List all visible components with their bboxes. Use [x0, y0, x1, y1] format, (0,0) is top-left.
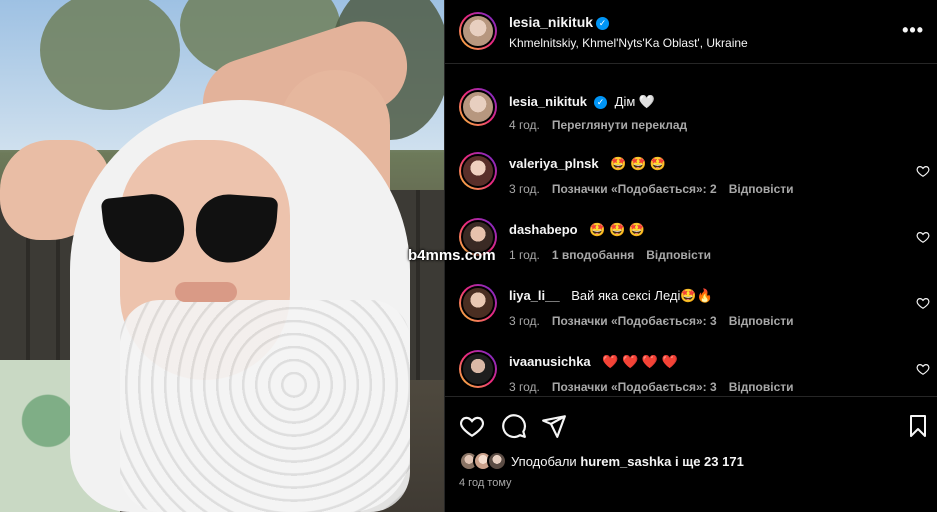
caption-username[interactable]: lesia_nikituk — [509, 94, 587, 109]
comment-item: dashabepo 🤩 🤩 🤩 1 год. 1 вподобання Відпов… — [445, 216, 937, 266]
share-paper-plane-icon[interactable] — [541, 413, 567, 439]
photo-sunglasses — [100, 191, 279, 270]
comment-text: ❤️ ❤️ ❤️ ❤️ — [602, 354, 678, 369]
comment-item: valeriya_plnsk 🤩 🤩 🤩 3 год. Позначки «Под… — [445, 150, 937, 200]
comment-time[interactable]: 3 год. — [509, 314, 540, 328]
photo-lace-pattern — [120, 300, 410, 512]
post-side-panel: lesia_nikituk ✓ Khmelnitskiy, Khmel'Nyts'… — [444, 0, 937, 512]
caption-text-row: lesia_nikituk ✓ Дім 🤍 — [509, 94, 655, 110]
comment-text-row: liya_li__ Вай яка сексі Леді🤩🔥 — [509, 288, 713, 304]
comment-time[interactable]: 3 год. — [509, 380, 540, 394]
watermark: b4mms.com — [408, 247, 496, 264]
comment-time[interactable]: 3 год. — [509, 182, 540, 196]
comment-item: liya_li__ Вай яка сексі Леді🤩🔥 3 год. Поз… — [445, 282, 937, 332]
liked-by-text[interactable]: Уподобали hurem_sashka і ще 23 171 — [511, 454, 744, 469]
post-timestamp[interactable]: 4 год тому — [459, 477, 512, 489]
comment-username[interactable]: ivaanusichka — [509, 354, 591, 369]
comment-likes-count[interactable]: Позначки «Подобається»: 2 — [552, 182, 717, 196]
comment-item: ivaanusichka ❤️ ❤️ ❤️ ❤️ 3 год. Позначки … — [445, 348, 937, 398]
reply-button[interactable]: Відповісти — [729, 182, 794, 196]
author-username-row[interactable]: lesia_nikituk ✓ — [509, 14, 610, 30]
verified-badge-icon: ✓ — [596, 17, 610, 30]
more-options-icon[interactable]: ••• — [902, 20, 924, 41]
see-translation-button[interactable]: Переглянути переклад — [552, 118, 687, 132]
comment-likes-count[interactable]: 1 вподобання — [552, 248, 634, 262]
commenter-avatar[interactable] — [459, 152, 497, 190]
comment-likes-count[interactable]: Позначки «Подобається»: 3 — [552, 380, 717, 394]
photo-lips — [175, 282, 237, 302]
caption-text: Дім 🤍 — [614, 94, 656, 109]
liked-by-count[interactable]: і ще 23 171 — [675, 454, 744, 469]
comment-likes-count[interactable]: Позначки «Подобається»: 3 — [552, 314, 717, 328]
author-avatar[interactable] — [459, 12, 497, 50]
comment-time[interactable]: 1 год. — [509, 248, 540, 262]
like-comment-heart-icon[interactable] — [916, 362, 930, 376]
liked-by-prefix: Уподобали — [511, 454, 577, 469]
comment-username[interactable]: liya_li__ — [509, 288, 560, 303]
post-actions-section: Уподобали hurem_sashka і ще 23 171 4 год… — [445, 396, 937, 512]
reply-button[interactable]: Відповісти — [729, 314, 794, 328]
comment-text: 🤩 🤩 🤩 — [589, 222, 646, 237]
reply-button[interactable]: Відповісти — [729, 380, 794, 394]
comment-bubble-icon[interactable] — [501, 413, 527, 439]
caption-time[interactable]: 4 год. — [509, 118, 540, 132]
post-location[interactable]: Khmelnitskiy, Khmel'Nyts'Ka Oblast', Ukr… — [509, 36, 748, 50]
comment-meta: 3 год. Позначки «Подобається»: 3 Відповіст… — [509, 380, 806, 394]
post-header: lesia_nikituk ✓ Khmelnitskiy, Khmel'Nyts'… — [445, 0, 937, 64]
caption-meta: 4 год. Переглянути переклад — [509, 118, 699, 132]
post-caption: lesia_nikituk ✓ Дім 🤍 4 год. Переглянути п… — [445, 84, 937, 134]
comment-meta: 3 год. Позначки «Подобається»: 2 Відповіст… — [509, 182, 806, 196]
reply-button[interactable]: Відповісти — [646, 248, 711, 262]
save-bookmark-icon[interactable] — [906, 413, 930, 439]
comment-text: 🤩 🤩 🤩 — [610, 156, 667, 171]
comment-meta: 1 год. 1 вподобання Відповісти — [509, 248, 723, 262]
comment-text-row: dashabepo 🤩 🤩 🤩 — [509, 222, 645, 238]
comment-username[interactable]: dashabepo — [509, 222, 578, 237]
post-photo[interactable] — [0, 0, 444, 512]
verified-badge-icon: ✓ — [594, 96, 608, 109]
comment-meta: 3 год. Позначки «Подобається»: 3 Відповіст… — [509, 314, 806, 328]
like-comment-heart-icon[interactable] — [916, 230, 930, 244]
comment-username[interactable]: valeriya_plnsk — [509, 156, 599, 171]
author-username[interactable]: lesia_nikituk — [509, 14, 593, 30]
comment-text-row: ivaanusichka ❤️ ❤️ ❤️ ❤️ — [509, 354, 678, 370]
comment-text: Вай яка сексі Леді🤩🔥 — [571, 288, 713, 303]
like-heart-icon[interactable] — [459, 413, 485, 439]
commenter-avatar[interactable] — [459, 284, 497, 322]
commenter-avatar[interactable] — [459, 350, 497, 388]
like-comment-heart-icon[interactable] — [916, 164, 930, 178]
liker-avatar — [487, 451, 507, 471]
comment-text-row: valeriya_plnsk 🤩 🤩 🤩 — [509, 156, 666, 172]
liked-by-username[interactable]: hurem_sashka — [580, 454, 671, 469]
like-comment-heart-icon[interactable] — [916, 296, 930, 310]
caption-author-avatar[interactable] — [459, 88, 497, 126]
